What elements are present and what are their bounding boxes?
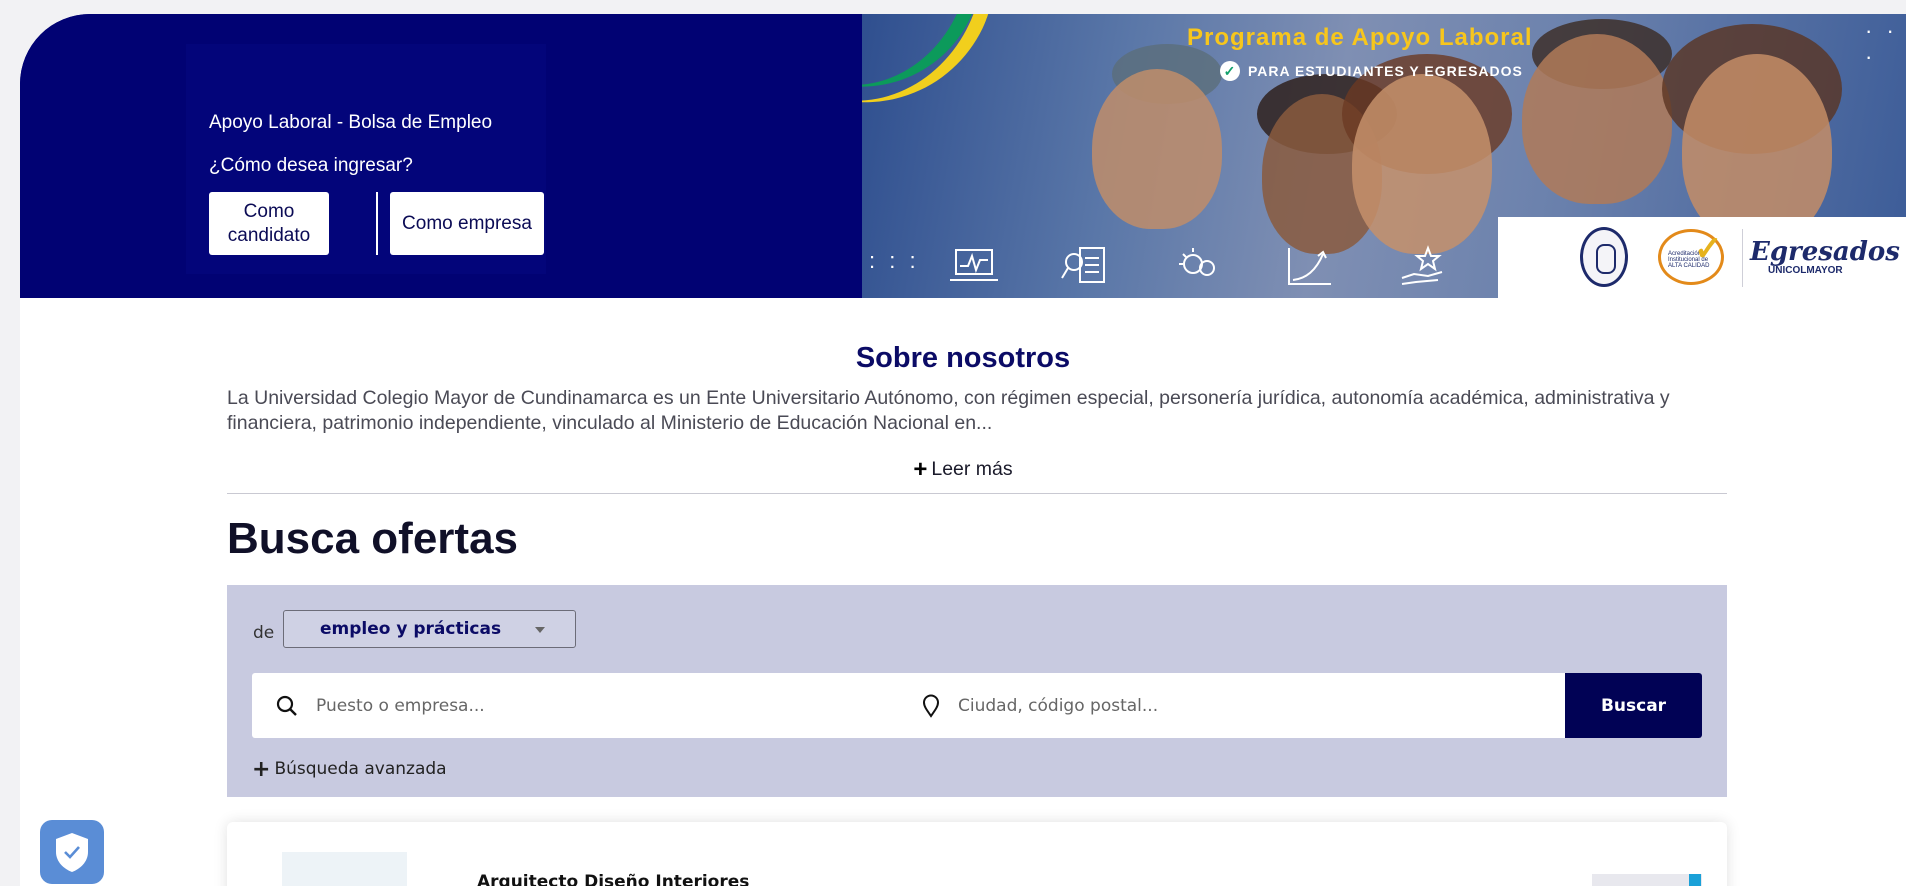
offer-type-value: empleo y prácticas — [320, 619, 502, 639]
logos-box: Acreditación Institucional de ALTA CALID… — [1498, 217, 1906, 298]
program-title: Programa de Apoyo Laboral — [1187, 24, 1533, 51]
job-tag — [1592, 874, 1702, 886]
location-input[interactable] — [958, 695, 1518, 716]
egresados-logo: Egresados — [1750, 237, 1900, 267]
search-button[interactable]: Buscar — [1565, 673, 1702, 738]
check-icon: ✓ — [1220, 61, 1240, 81]
job-title[interactable]: Arquitecto Diseño Interiores — [477, 872, 749, 886]
egresados-logo-sub: UNICOLMAYOR — [1768, 265, 1843, 276]
candidate-login-button[interactable]: Como candidato — [209, 192, 329, 255]
search-title: Busca ofertas — [227, 514, 519, 563]
hero-icon-row: : : : — [863, 236, 1513, 296]
search-bar: Buscar — [252, 673, 1702, 738]
hero-banner: Apoyo Laboral - Bolsa de Empleo ¿Cómo de… — [20, 14, 1906, 298]
idea-gear-icon — [1179, 248, 1215, 276]
advanced-search-link[interactable]: + Búsqueda avanzada — [252, 757, 447, 782]
read-more-link[interactable]: + Leer más — [20, 456, 1906, 484]
hero-left-panel: Apoyo Laboral - Bolsa de Empleo ¿Cómo de… — [20, 14, 862, 298]
logo-divider — [1742, 229, 1743, 287]
photo-shape — [1352, 74, 1492, 254]
location-pin-icon — [922, 694, 940, 718]
query-input[interactable] — [316, 695, 876, 716]
hero-question: ¿Cómo desea ingresar? — [209, 155, 413, 176]
job-tag-accent — [1689, 874, 1701, 886]
shield-check-icon — [56, 833, 88, 872]
decor-dots: · · · — [1865, 18, 1898, 69]
company-login-button[interactable]: Como empresa — [390, 192, 544, 255]
hand-star-icon — [1401, 245, 1443, 285]
company-logo — [282, 852, 407, 886]
button-divider — [376, 192, 378, 255]
about-text: La Universidad Colegio Mayor de Cundinam… — [227, 387, 1670, 434]
hero-title: Apoyo Laboral - Bolsa de Empleo — [209, 112, 493, 133]
search-panel: de empleo y prácticas Buscar +Bús — [227, 585, 1727, 797]
search-icon — [276, 695, 297, 716]
photo-shape — [1522, 34, 1672, 204]
growth-chart-icon — [1288, 248, 1331, 285]
about-title: Sobre nosotros — [855, 342, 1071, 374]
decor-dots: : : : — [869, 248, 920, 273]
chevron-down-icon — [535, 627, 545, 633]
yellow-stripe — [862, 14, 991, 139]
program-subtitle-row: ✓ PARA ESTUDIANTES Y EGRESADOS — [1220, 61, 1523, 81]
advanced-search-label: Búsqueda avanzada — [274, 759, 447, 779]
program-subtitle: PARA ESTUDIANTES Y EGRESADOS — [1248, 63, 1523, 79]
laptop-chart-icon — [950, 249, 998, 281]
document-search-icon — [1061, 247, 1105, 283]
type-label: de — [253, 623, 275, 643]
offer-type-select[interactable]: empleo y prácticas — [283, 610, 576, 648]
privacy-shield-button[interactable] — [40, 820, 104, 884]
query-field — [252, 673, 902, 738]
plus-icon: + — [913, 456, 928, 483]
accreditation-check-icon: ✓ — [1694, 230, 1723, 268]
section-divider — [227, 493, 1727, 494]
photo-shape — [1682, 54, 1832, 244]
page-frame: Apoyo Laboral - Bolsa de Empleo ¿Cómo de… — [20, 14, 1906, 886]
location-field — [902, 673, 1552, 738]
read-more-label: Leer más — [931, 458, 1013, 480]
university-seal-logo — [1580, 227, 1628, 287]
job-card[interactable]: Arquitecto Diseño Interiores — [227, 822, 1727, 886]
plus-icon: + — [252, 757, 271, 782]
photo-shape — [1092, 69, 1222, 229]
